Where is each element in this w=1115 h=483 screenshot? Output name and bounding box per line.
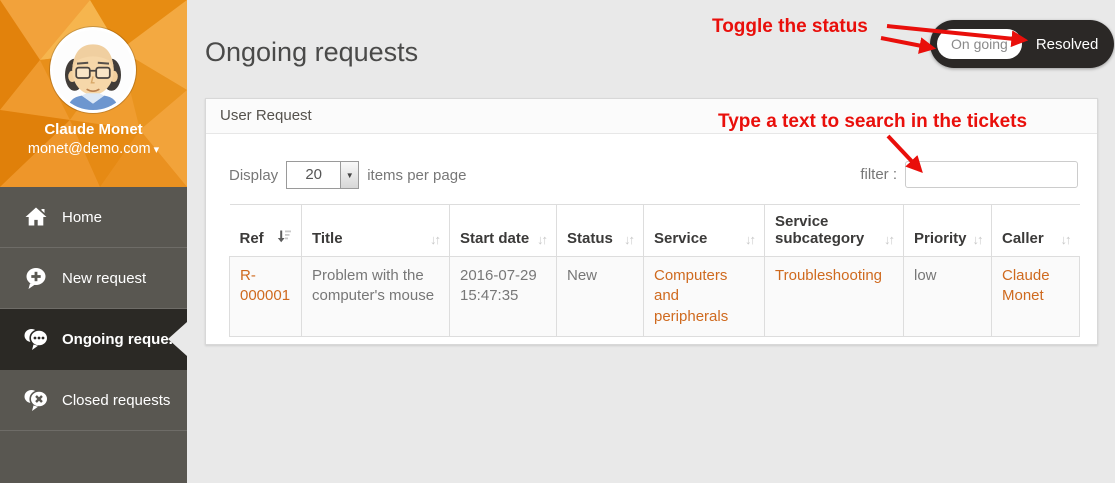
column-header-start-date[interactable]: Start date ↓↑	[450, 205, 557, 257]
column-header-title[interactable]: Title ↓↑	[302, 205, 450, 257]
sidebar-item-label: Closed requests	[62, 392, 170, 409]
ongoing-requests-icon	[23, 327, 49, 351]
sidebar-item-label: Home	[62, 209, 102, 226]
sidebar-item-new-request[interactable]: New request	[0, 248, 187, 309]
closed-requests-icon	[23, 388, 49, 412]
sort-icon: ↓↑	[537, 232, 546, 247]
status-toggle: On going Resolved	[930, 20, 1114, 68]
sort-active-icon	[277, 229, 291, 247]
sidebar-item-closed-requests[interactable]: Closed requests	[0, 370, 187, 431]
table-header-row: Ref	[230, 205, 1080, 257]
sidebar-user-panel: Claude Monet monet@demo.com▾	[0, 0, 187, 187]
avatar-illustration	[53, 30, 133, 110]
page-size-select[interactable]: 20 ▼	[286, 161, 359, 189]
column-header-ref[interactable]: Ref	[230, 205, 302, 257]
portal-app: Claude Monet monet@demo.com▾ Home	[0, 0, 1115, 483]
filter-input[interactable]	[905, 161, 1078, 188]
user-menu[interactable]: monet@demo.com▾	[0, 141, 187, 157]
new-request-icon	[23, 266, 49, 290]
ticket-priority-cell: low	[904, 257, 992, 337]
ticket-start-date-cell: 2016-07-29 15:47:35	[450, 257, 557, 337]
sidebar-item-home[interactable]: Home	[0, 187, 187, 248]
sort-icon: ↓↑	[884, 232, 893, 247]
sidebar-item-label: Ongoing reque...	[62, 331, 181, 348]
page-title: Ongoing requests	[205, 37, 418, 68]
table-row: R-000001 Problem with the computer's mou…	[230, 257, 1080, 337]
sort-icon: ↓↑	[745, 232, 754, 247]
ticket-ref-link[interactable]: R-000001	[240, 267, 290, 304]
column-header-service[interactable]: Service ↓↑	[644, 205, 765, 257]
sidebar-menu: Home New request	[0, 187, 187, 431]
sidebar-item-label: New request	[62, 270, 146, 287]
user-request-panel: User Request Display 20 ▼ items per page…	[205, 98, 1098, 345]
column-header-service-subcategory[interactable]: Service subcategory ↓↑	[765, 205, 904, 257]
ticket-caller-link[interactable]: Claude Monet	[1002, 267, 1050, 304]
page-size-control: Display 20 ▼ items per page	[229, 161, 466, 189]
column-header-caller[interactable]: Caller ↓↑	[992, 205, 1080, 257]
ticket-title-cell: Problem with the computer's mouse	[302, 257, 450, 337]
ticket-service-subcategory-link[interactable]: Troubleshooting	[775, 267, 882, 284]
filter-control: filter :	[860, 161, 1078, 188]
toggle-resolved-button[interactable]: Resolved	[1036, 36, 1099, 53]
column-header-priority[interactable]: Priority ↓↑	[904, 205, 992, 257]
sort-icon: ↓↑	[430, 232, 439, 247]
arrow-to-ongoing	[881, 38, 932, 48]
sort-icon: ↓↑	[973, 232, 982, 247]
ticket-service-link[interactable]: Computers and peripherals	[654, 267, 728, 325]
filter-label: filter :	[860, 166, 897, 183]
user-email-label: monet@demo.com	[28, 141, 151, 157]
avatar	[50, 27, 136, 113]
items-per-page-label: items per page	[367, 167, 466, 184]
sort-icon: ↓↑	[1061, 232, 1070, 247]
column-header-status[interactable]: Status ↓↑	[557, 205, 644, 257]
sidebar: Claude Monet monet@demo.com▾ Home	[0, 0, 187, 483]
user-name: Claude Monet	[0, 121, 187, 138]
requests-table: Ref	[229, 204, 1080, 337]
home-icon	[23, 205, 49, 229]
chevron-down-icon: ▾	[154, 144, 160, 156]
display-label: Display	[229, 167, 278, 184]
toggle-ongoing-button[interactable]: On going	[937, 29, 1022, 59]
sidebar-item-ongoing-requests[interactable]: Ongoing reque...	[0, 309, 187, 370]
sort-icon: ↓↑	[624, 232, 633, 247]
page-size-value: 20	[287, 162, 340, 188]
select-arrow-icon[interactable]: ▼	[340, 162, 358, 188]
annotation-toggle-status: Toggle the status	[712, 16, 868, 38]
ticket-status-cell: New	[557, 257, 644, 337]
annotation-filter-search: Type a text to search in the tickets	[718, 111, 1027, 133]
